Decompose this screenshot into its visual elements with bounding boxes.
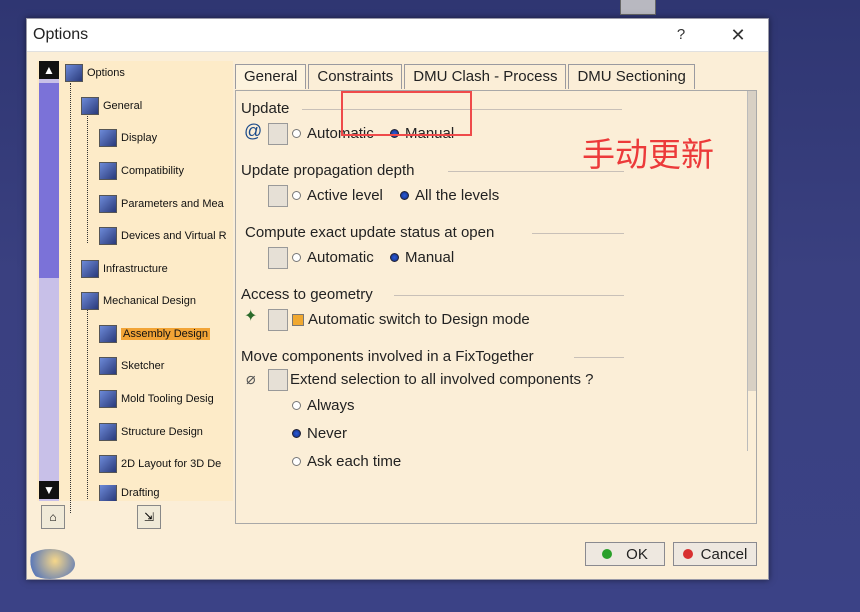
tree-connector <box>70 83 71 513</box>
fixtogether-always-radio[interactable]: Always <box>292 397 355 414</box>
tree-item-options[interactable]: Options <box>65 63 125 83</box>
tree-item-assembly-design[interactable]: Assembly Design <box>99 324 210 344</box>
checkbox-icon <box>292 313 304 326</box>
propagation-active-level-radio[interactable]: Active level <box>292 187 383 204</box>
fixtogether-lock-icon[interactable] <box>268 369 288 391</box>
devices-icon <box>99 227 117 245</box>
exact-status-manual-radio[interactable]: Manual <box>390 249 454 266</box>
update-swirl-icon: @ <box>244 121 263 141</box>
tab-constraints[interactable]: Constraints <box>308 64 403 89</box>
assembly-design-icon <box>99 325 117 343</box>
scroll-up-arrow-icon[interactable]: ▲ <box>39 61 59 79</box>
fixtogether-ask-radio[interactable]: Ask each time <box>292 453 401 470</box>
propagation-all-levels-radio[interactable]: All the levels <box>400 187 499 204</box>
section-propagation-title: Update propagation depth <box>241 162 415 179</box>
close-button[interactable]: ✕ <box>725 23 751 47</box>
tree-expand-button[interactable]: ⇲ <box>137 505 161 529</box>
compatibility-icon <box>99 162 117 180</box>
section-divider <box>394 295 624 296</box>
tree-item-compatibility[interactable]: Compatibility <box>99 161 184 181</box>
fixtogether-question: Extend selection to all involved compone… <box>290 371 594 388</box>
radio-selected-icon <box>390 253 399 262</box>
infrastructure-icon <box>81 260 99 278</box>
tab-bar: General Constraints DMU Clash - Process … <box>235 64 697 90</box>
cancel-button[interactable]: Cancel <box>673 542 757 566</box>
cancel-dot-icon <box>682 549 693 559</box>
options-icon <box>65 64 83 82</box>
ok-dot-icon <box>602 549 613 559</box>
dialog-title: Options <box>33 26 89 43</box>
tree-home-button[interactable]: ⌂ <box>41 505 65 529</box>
help-button[interactable]: ? <box>669 23 693 47</box>
display-icon <box>99 129 117 147</box>
tree-connector <box>87 309 88 499</box>
radio-icon <box>292 401 301 410</box>
radio-icon <box>292 129 301 138</box>
tree-item-devices[interactable]: Devices and Virtual R <box>99 226 227 246</box>
mechanical-design-icon <box>81 292 99 310</box>
exact-status-automatic-radio[interactable]: Automatic <box>292 249 374 266</box>
radio-icon <box>292 253 301 262</box>
section-exact-status-title: Compute exact update status at open <box>245 224 495 241</box>
exact-status-lock-icon[interactable] <box>268 247 288 269</box>
tree-item-display[interactable]: Display <box>99 128 157 148</box>
radio-selected-icon <box>400 191 409 200</box>
panel-scrollbar[interactable] <box>747 91 756 451</box>
options-tree: ▲ ▼ Options General Display Compatibilit… <box>37 61 233 513</box>
tree-item-sketcher[interactable]: Sketcher <box>99 356 164 376</box>
tree-item-2d-layout[interactable]: 2D Layout for 3D De <box>99 454 221 474</box>
section-geometry-title: Access to geometry <box>241 286 373 303</box>
design-mode-checkbox[interactable]: Automatic switch to Design mode <box>292 311 530 328</box>
section-update-title: Update <box>241 100 290 117</box>
tree-item-general[interactable]: General <box>81 96 142 116</box>
title-bar: Options ? ✕ <box>27 19 768 52</box>
tree-item-drafting[interactable]: Drafting <box>99 485 160 501</box>
scroll-down-arrow-icon[interactable]: ▼ <box>39 481 59 499</box>
propagation-lock-icon[interactable] <box>268 185 288 207</box>
tab-dmu-clash-process[interactable]: DMU Clash - Process <box>404 64 567 89</box>
tab-general[interactable]: General <box>235 64 307 89</box>
section-fixtogether-title: Move components involved in a FixTogethe… <box>241 348 534 365</box>
radio-selected-icon <box>292 429 301 438</box>
general-icon <box>81 97 99 115</box>
tree-item-mold-tooling[interactable]: Mold Tooling Desig <box>99 389 214 409</box>
tree-item-infrastructure[interactable]: Infrastructure <box>81 259 168 279</box>
desktop-app-icon <box>620 0 656 15</box>
geometry-lock-icon[interactable] <box>268 309 288 331</box>
tree-scroll-thumb[interactable] <box>39 83 59 278</box>
drafting-icon <box>99 485 117 501</box>
update-lock-icon[interactable] <box>268 123 288 145</box>
radio-icon <box>292 457 301 466</box>
section-divider <box>574 357 624 358</box>
fixtogether-never-radio[interactable]: Never <box>292 425 347 442</box>
highlight-box <box>341 91 472 136</box>
tree-item-structure-design[interactable]: Structure Design <box>99 422 203 442</box>
structure-design-icon <box>99 423 117 441</box>
ok-button[interactable]: OK <box>585 542 665 566</box>
tree-item-parameters[interactable]: Parameters and Mea <box>99 194 224 214</box>
paperclip-icon: ⌀ <box>246 371 256 388</box>
parameters-icon <box>99 195 117 213</box>
tree-connector <box>87 113 88 243</box>
tree-item-mechanical-design[interactable]: Mechanical Design <box>81 291 196 311</box>
tab-dmu-sectioning[interactable]: DMU Sectioning <box>568 64 695 89</box>
radio-icon <box>292 191 301 200</box>
tree-scrollbar[interactable]: ▲ ▼ <box>39 61 59 501</box>
panel-scroll-thumb[interactable] <box>748 91 756 391</box>
geometry-design-icon: ✦ <box>244 308 258 325</box>
sketcher-icon <box>99 357 117 375</box>
annotation-text: 手动更新 <box>582 135 714 174</box>
mold-tooling-icon <box>99 390 117 408</box>
2d-layout-icon <box>99 455 117 473</box>
section-divider <box>532 233 624 234</box>
catia-logo-icon <box>25 549 75 579</box>
